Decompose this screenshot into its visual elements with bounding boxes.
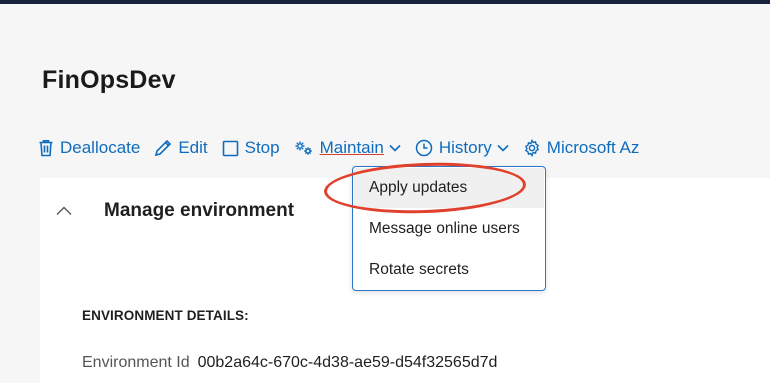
trash-icon [38, 139, 54, 157]
history-menu-button[interactable]: History [415, 138, 509, 158]
menu-item-message-online-users[interactable]: Message online users [354, 209, 544, 249]
top-bar [0, 0, 770, 4]
clock-icon [415, 139, 433, 157]
page-title: FinOpsDev [42, 66, 176, 94]
maintain-menu-button[interactable]: Maintain [294, 138, 401, 158]
history-label: History [438, 138, 492, 157]
menu-item-apply-updates[interactable]: Apply updates [354, 168, 544, 208]
deallocate-button[interactable]: Deallocate [38, 138, 140, 158]
gears-icon [294, 140, 314, 156]
stop-button[interactable]: Stop [222, 138, 280, 158]
maintain-dropdown-menu: Apply updates Message online users Rotat… [352, 166, 546, 291]
microsoft-azure-button[interactable]: Microsoft Az [523, 138, 640, 158]
deallocate-label: Deallocate [60, 138, 141, 157]
stop-label: Stop [244, 138, 280, 157]
gear-icon [523, 139, 541, 157]
chevron-up-icon[interactable] [56, 206, 72, 216]
chevron-down-icon [389, 144, 401, 152]
environment-id-row: Environment Id 00b2a64c-670c-4d38-ae59-d… [82, 354, 497, 372]
edit-button[interactable]: Edit [154, 138, 208, 158]
edit-label: Edit [178, 138, 208, 157]
menu-item-rotate-secrets[interactable]: Rotate secrets [354, 250, 544, 290]
section-title: Manage environment [104, 200, 295, 221]
environment-details-heading: ENVIRONMENT DETAILS: [82, 308, 249, 323]
microsoft-azure-label: Microsoft Az [546, 138, 640, 157]
command-toolbar: Deallocate Edit Stop Maintain History Mi… [38, 134, 770, 162]
stop-square-icon [222, 140, 239, 157]
chevron-down-icon [497, 144, 509, 152]
pencil-icon [154, 139, 172, 157]
environment-id-value: 00b2a64c-670c-4d38-ae59-d54f32565d7d [197, 354, 498, 371]
environment-id-label: Environment Id [82, 354, 190, 371]
maintain-label: Maintain [319, 138, 384, 157]
